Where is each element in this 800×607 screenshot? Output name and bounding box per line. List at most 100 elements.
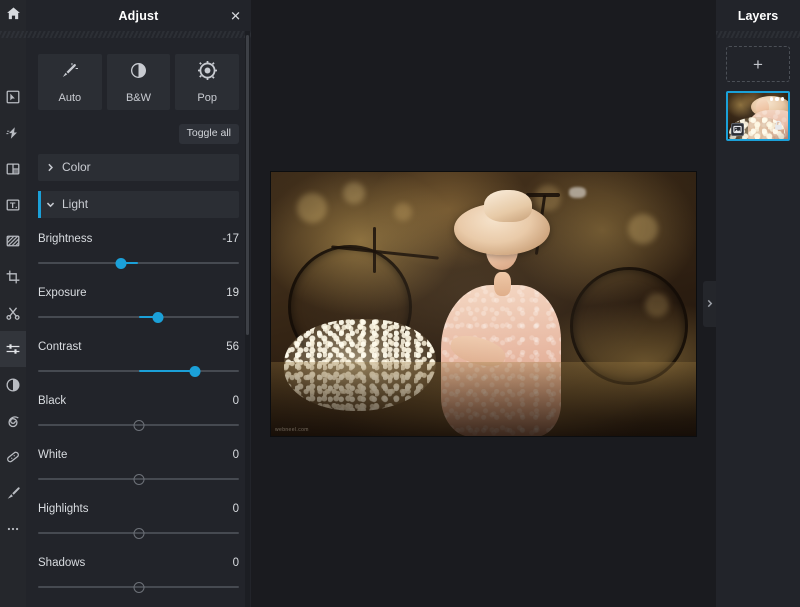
slider-brightness[interactable]: Brightness -17 (38, 218, 239, 272)
ellipsis-icon (769, 97, 773, 101)
slider-value: 19 (226, 286, 239, 299)
slider-track-area[interactable] (38, 578, 239, 596)
slider-contrast[interactable]: Contrast 56 (38, 326, 239, 380)
panel-scrollbar[interactable] (245, 31, 250, 607)
gear-sun-icon (197, 60, 217, 85)
page-title: Adjust (118, 8, 159, 23)
slider-track-area[interactable] (38, 470, 239, 488)
tool-crop[interactable] (0, 259, 26, 295)
tool-select[interactable] (0, 79, 26, 115)
slider-label: Brightness (38, 232, 93, 245)
preset-pop-button[interactable]: Pop (175, 54, 240, 110)
slider-handle[interactable] (115, 257, 127, 269)
slider-header: Black 0 (38, 395, 239, 407)
slider-label: White (38, 448, 68, 461)
canvas-area[interactable]: webneel.com (251, 0, 716, 607)
toggle-all-row: Toggle all (38, 110, 239, 144)
layer-menu-button[interactable] (769, 97, 784, 101)
tool-more[interactable] (0, 511, 26, 547)
preset-auto-button[interactable]: Auto (38, 54, 102, 110)
slider-track[interactable] (38, 261, 239, 264)
slider-handle[interactable] (133, 473, 144, 485)
slider-black[interactable]: Black 0 (38, 380, 239, 434)
layer-item[interactable] (726, 91, 790, 141)
slider-white[interactable]: White 0 (38, 434, 239, 488)
layer-lock-button[interactable] (773, 118, 784, 136)
tool-blur[interactable] (0, 403, 26, 439)
slider-track-area[interactable] (38, 362, 239, 380)
bandage-icon (5, 449, 21, 465)
chevron-right-icon (38, 163, 62, 172)
chevron-down-icon (38, 200, 62, 209)
tool-rail (0, 0, 26, 607)
slider-label: Exposure (38, 286, 87, 299)
section-light-label: Light (62, 197, 89, 212)
section-color[interactable]: Color (38, 153, 239, 181)
slider-track-area[interactable] (38, 308, 239, 326)
tool-text[interactable] (0, 187, 26, 223)
half-circle-icon (5, 377, 21, 393)
slider-handle[interactable] (133, 527, 144, 539)
tool-contrast[interactable] (0, 367, 26, 403)
hatched-rectangle-icon (5, 233, 21, 249)
slider-header: Exposure 19 (38, 287, 239, 299)
slider-header: Contrast 56 (38, 341, 239, 353)
section-color-label: Color (62, 160, 91, 175)
panel-collapse-button[interactable] (703, 280, 716, 327)
image-editor-window: Adjust ✕ Auto B&W Pop Toggle all Color L… (0, 0, 800, 607)
layers-divider (716, 31, 800, 38)
close-icon[interactable]: ✕ (230, 9, 241, 22)
slider-handle[interactable] (133, 581, 144, 593)
ellipsis-icon (780, 97, 784, 101)
preset-bw-label: B&W (125, 91, 152, 104)
slider-label: Contrast (38, 340, 82, 353)
slider-handle[interactable] (189, 365, 201, 377)
adjust-panel-body: Auto B&W Pop Toggle all Color Light Brig… (26, 38, 251, 607)
tool-frames[interactable] (0, 151, 26, 187)
tool-list (0, 38, 26, 547)
slider-fill (138, 369, 195, 372)
ellipsis-icon (5, 521, 21, 537)
canvas-photo[interactable]: webneel.com (271, 171, 696, 436)
tool-heal[interactable] (0, 439, 26, 475)
slider-value: 0 (232, 556, 239, 569)
slider-track-area[interactable] (38, 416, 239, 434)
slider-header: Highlights 0 (38, 503, 239, 515)
slider-highlights[interactable]: Highlights 0 (38, 488, 239, 542)
home-button[interactable] (0, 0, 26, 31)
tool-brush[interactable] (0, 475, 26, 511)
adjust-panel-header: Adjust ✕ (26, 0, 251, 31)
slider-header: White 0 (38, 449, 239, 461)
slider-track-area[interactable] (38, 524, 239, 542)
tool-effects[interactable] (0, 115, 26, 151)
lock-icon (773, 118, 784, 135)
slider-track-area[interactable] (38, 254, 239, 272)
adjust-panel: Adjust ✕ Auto B&W Pop Toggle all Color L… (26, 0, 251, 607)
slider-list: Brightness -17 Exposure 19 Contrast 56 Black 0 W… (38, 218, 239, 596)
scrollbar-thumb[interactable] (246, 35, 249, 335)
add-layer-button[interactable]: + (726, 46, 790, 82)
tool-adjust[interactable] (0, 331, 26, 367)
slider-handle[interactable] (152, 311, 164, 323)
home-icon (6, 6, 21, 26)
tool-overlay[interactable] (0, 223, 26, 259)
brush-icon (5, 485, 21, 501)
section-light[interactable]: Light (38, 190, 239, 218)
layers-panel: Layers + (716, 0, 800, 607)
slider-header: Brightness -17 (38, 233, 239, 245)
slider-header: Shadows 0 (38, 557, 239, 569)
lightning-bolt-icon (5, 125, 21, 141)
slider-label: Shadows (38, 556, 86, 569)
slider-value: 0 (232, 448, 239, 461)
slider-handle[interactable] (133, 419, 144, 431)
frame-layout-icon (5, 161, 21, 177)
toggle-all-button[interactable]: Toggle all (178, 124, 239, 144)
half-filled-circle-icon (129, 61, 148, 85)
slider-shadows[interactable]: Shadows 0 (38, 542, 239, 596)
slider-exposure[interactable]: Exposure 19 (38, 272, 239, 326)
tool-cutout[interactable] (0, 295, 26, 331)
sliders-icon (5, 341, 21, 357)
slider-value: -17 (222, 232, 239, 245)
preset-buttons: Auto B&W Pop (38, 38, 240, 110)
preset-bw-button[interactable]: B&W (106, 54, 171, 110)
